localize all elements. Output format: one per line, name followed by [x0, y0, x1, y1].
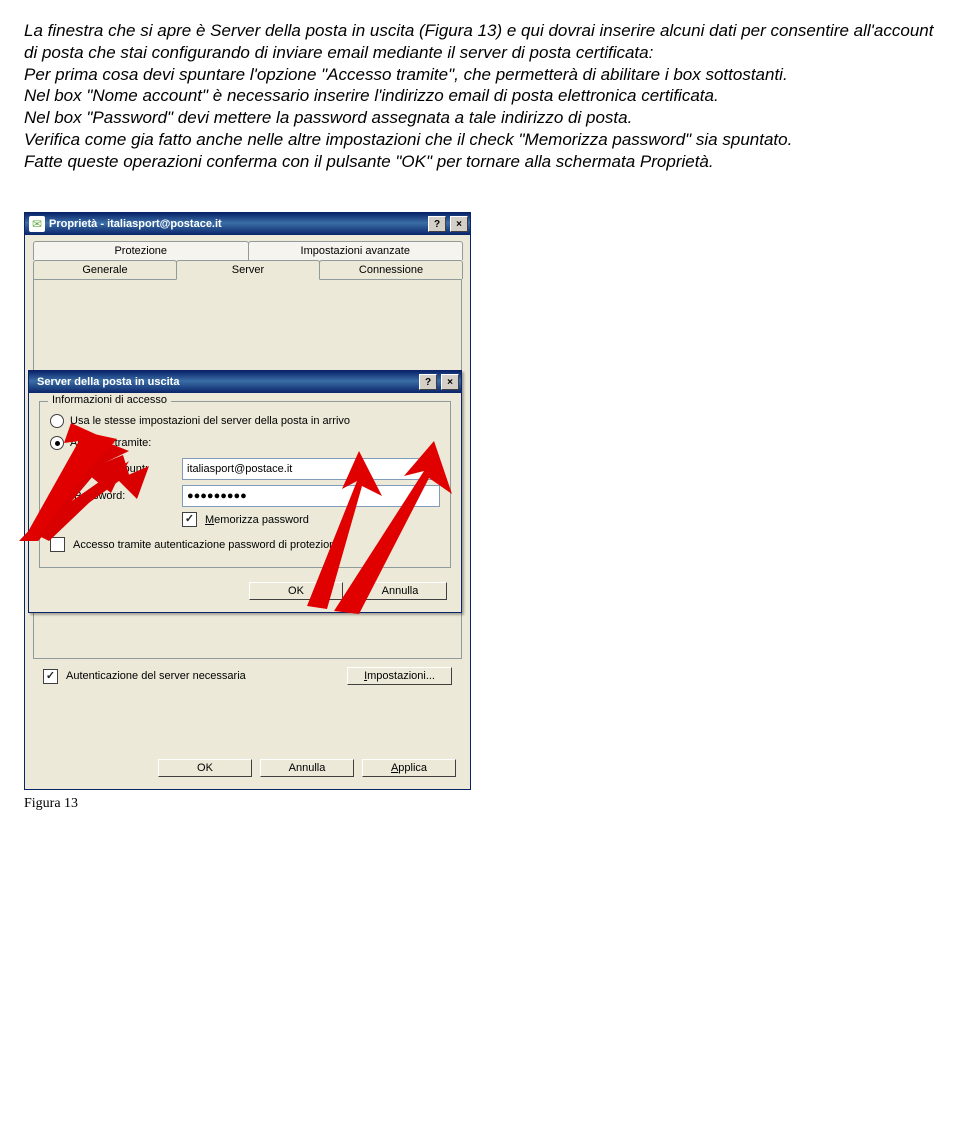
window-icon: ✉ [29, 216, 45, 232]
radio-label: Accesso tramite: [70, 437, 151, 449]
apply-button[interactable]: Applica [362, 759, 456, 777]
nome-account-label: Nome account: [74, 463, 174, 475]
radio-label: Usa le stesse impostazioni del server de… [70, 415, 350, 427]
figure-caption: Figura 13 [24, 796, 469, 812]
tab-server[interactable]: Server [176, 260, 320, 280]
memorizza-checkbox[interactable] [182, 512, 197, 527]
smtp-dialog: Server della posta in uscita ? × Informa… [28, 370, 462, 613]
close-button[interactable]: × [450, 216, 468, 232]
radio-accesso-tramite[interactable]: Accesso tramite: [50, 436, 440, 450]
memorizza-label: Memorizza password [205, 514, 309, 526]
server-auth-checkbox[interactable] [43, 669, 58, 684]
smtp-titlebar[interactable]: Server della posta in uscita ? × [29, 371, 461, 393]
login-info-group: Informazioni di accesso Usa le stesse im… [39, 401, 451, 568]
smtp-title: Server della posta in uscita [33, 376, 415, 388]
close-button[interactable]: × [441, 374, 459, 390]
group-legend: Informazioni di accesso [48, 394, 171, 406]
nome-account-input[interactable]: italiasport@postace.it [182, 458, 440, 480]
properties-window: ✉ Proprietà - italiasport@postace.it ? ×… [24, 212, 471, 790]
radio-icon [50, 414, 64, 428]
help-button[interactable]: ? [428, 216, 446, 232]
impostazioni-button[interactable]: Impostazioni... [347, 667, 452, 685]
cancel-button[interactable]: Annulla [260, 759, 354, 777]
radio-icon [50, 436, 64, 450]
help-button[interactable]: ? [419, 374, 437, 390]
instruction-paragraph: La finestra che si apre è Server della p… [24, 20, 936, 172]
properties-titlebar[interactable]: ✉ Proprietà - italiasport@postace.it ? × [25, 213, 470, 235]
properties-title: Proprietà - italiasport@postace.it [49, 218, 424, 230]
ok-button[interactable]: OK [249, 582, 343, 600]
password-input[interactable]: ●●●●●●●●● [182, 485, 440, 507]
password-label: Password: [74, 490, 174, 502]
secure-auth-label: Accesso tramite autenticazione password … [73, 539, 341, 551]
tab-body: Server della posta in uscita ? × Informa… [33, 279, 462, 659]
secure-auth-checkbox[interactable] [50, 537, 65, 552]
cancel-button[interactable]: Annulla [353, 582, 447, 600]
tab-generale[interactable]: Generale [33, 260, 177, 279]
server-auth-label: Autenticazione del server necessaria [66, 670, 246, 682]
tab-impostazioni-avanzate[interactable]: Impostazioni avanzate [248, 241, 464, 260]
tab-protezione[interactable]: Protezione [33, 241, 249, 260]
tab-connessione[interactable]: Connessione [319, 260, 463, 279]
ok-button[interactable]: OK [158, 759, 252, 777]
radio-same-settings[interactable]: Usa le stesse impostazioni del server de… [50, 414, 440, 428]
